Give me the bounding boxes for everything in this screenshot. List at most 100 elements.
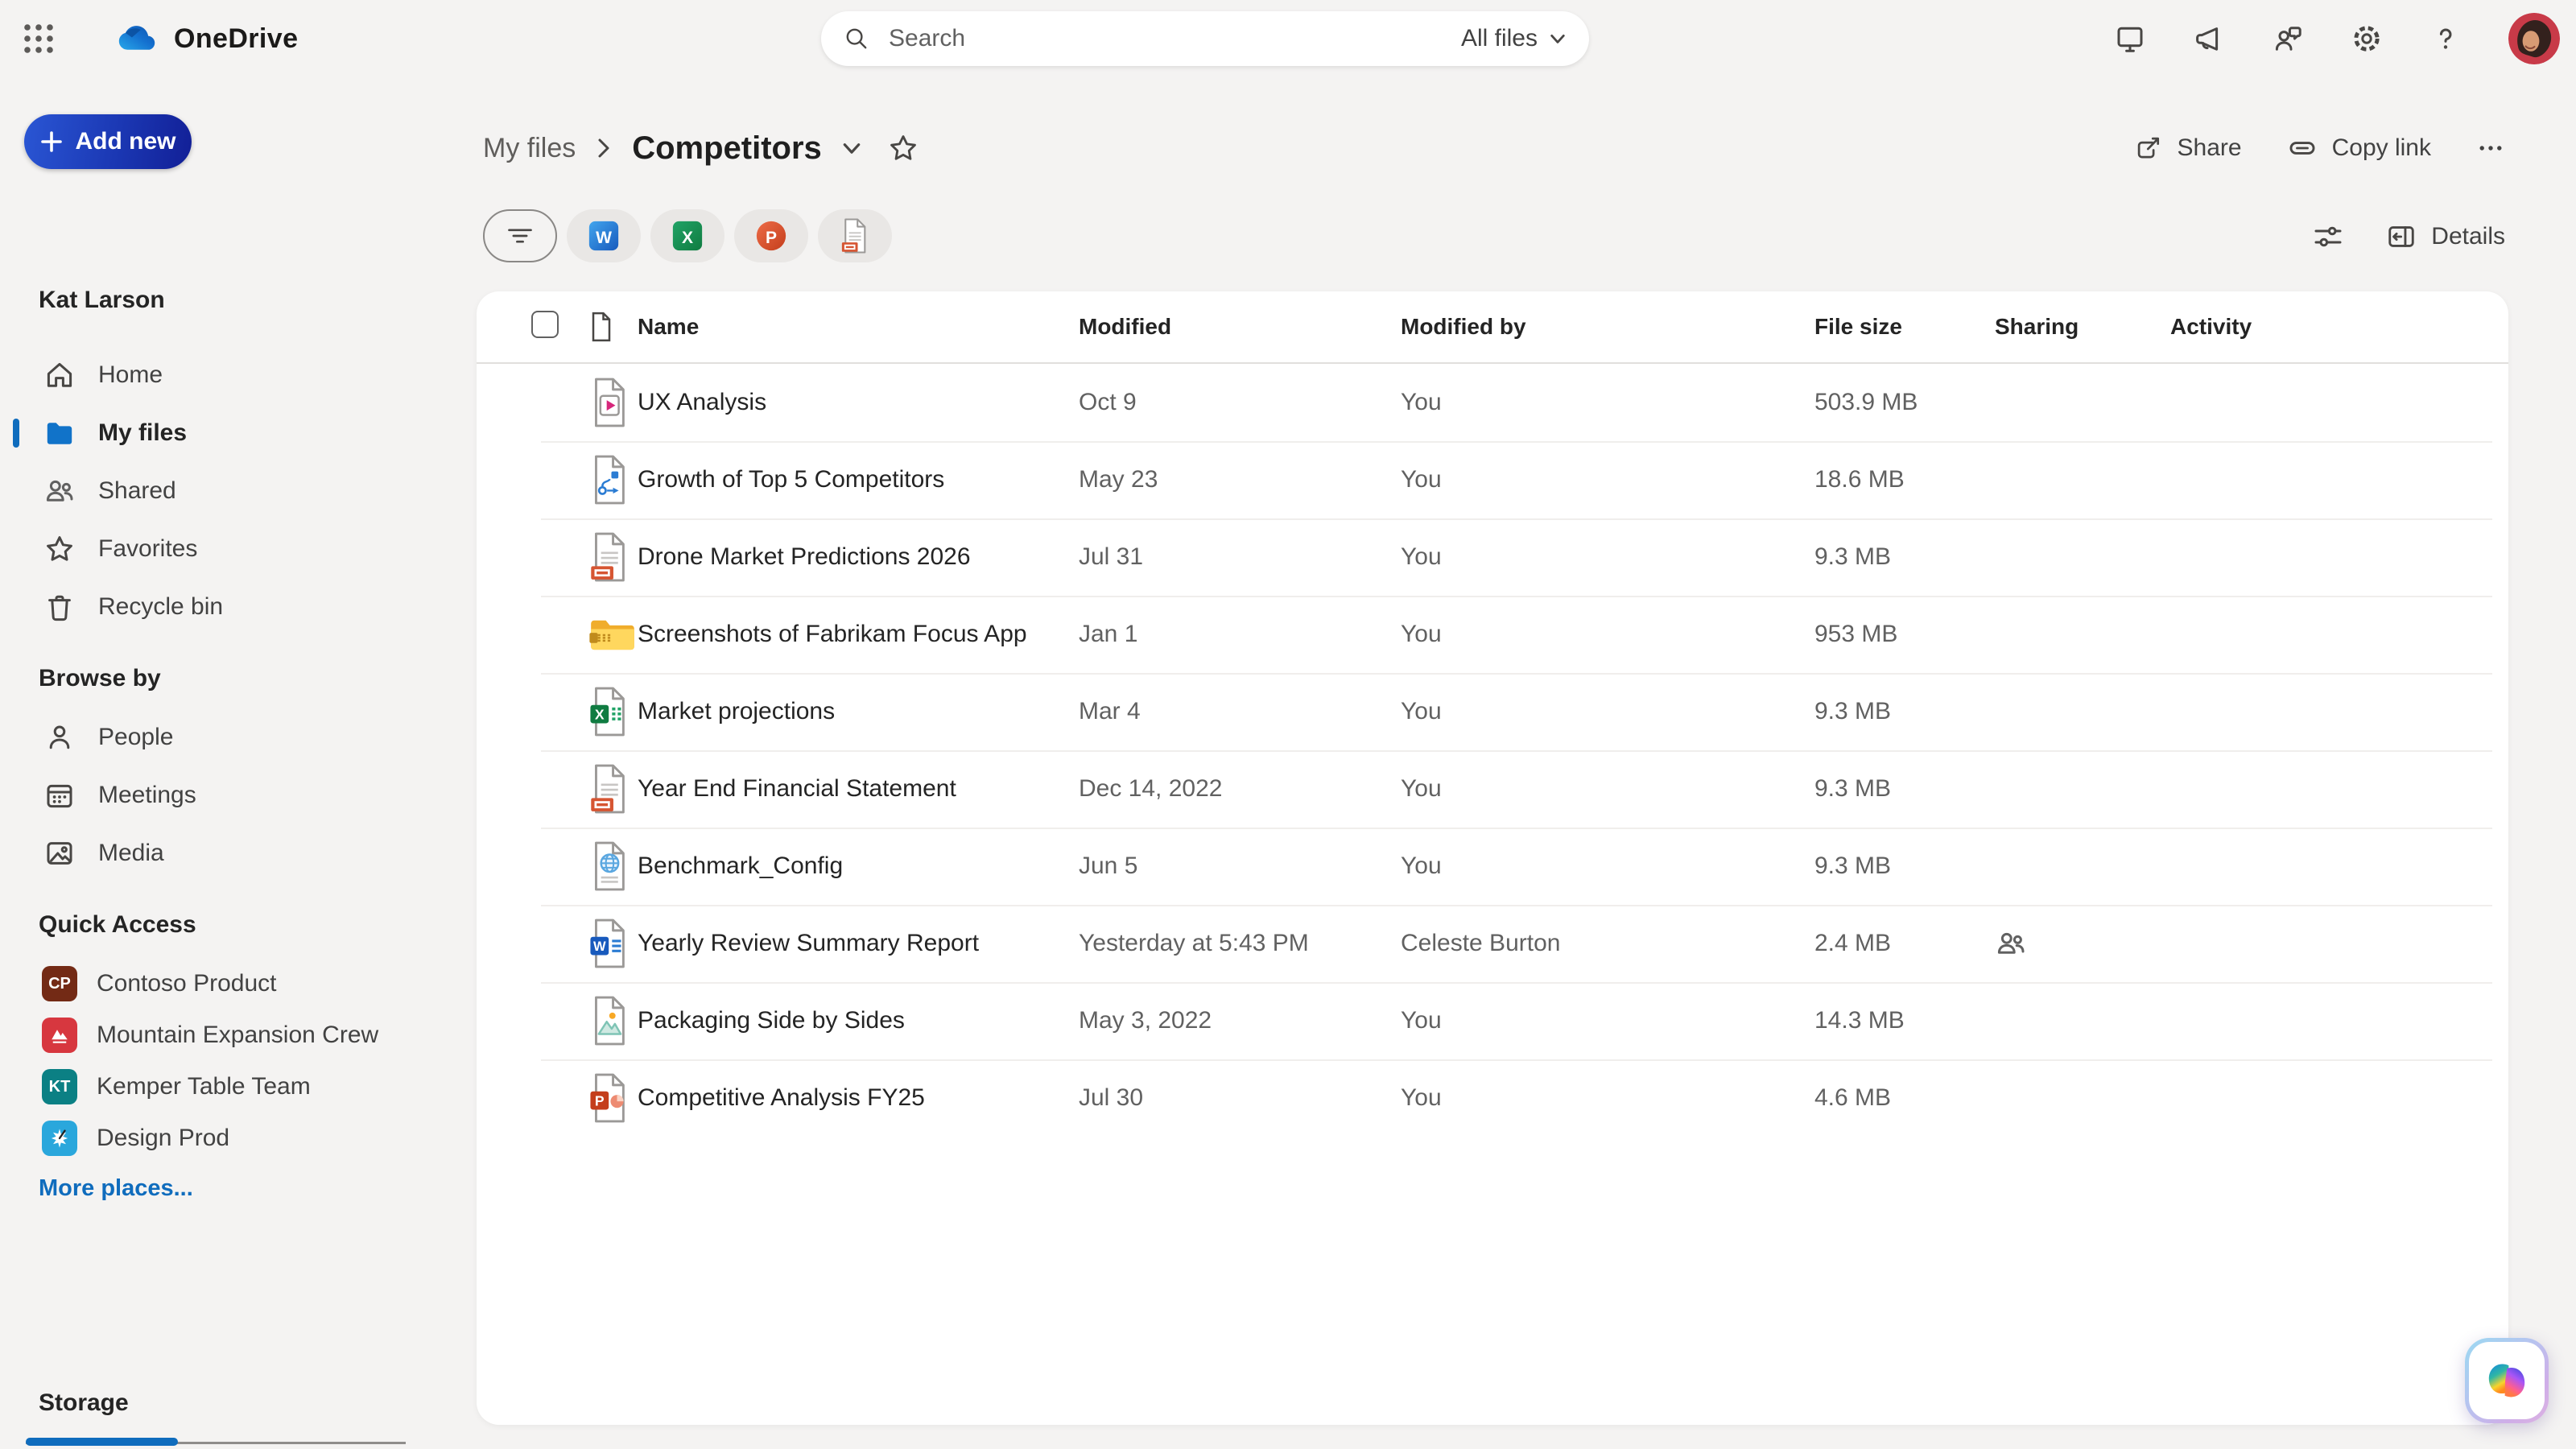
sidebar-item-home[interactable]: Home [0,346,467,404]
settings-icon[interactable] [2351,23,2383,55]
table-row[interactable]: Competitive Analysis FY25 Jul 30 You 4.6… [477,1059,2508,1137]
pdf-filter-button[interactable] [818,209,892,262]
community-icon[interactable] [2272,23,2304,55]
file-modified: Jun 5 [1079,852,1401,880]
zip-folder-icon [589,616,636,653]
file-name[interactable]: Benchmark_Config [638,852,1079,880]
file-name[interactable]: Screenshots of Fabrikam Focus App [638,621,1079,648]
browse-by-title: Browse by [0,665,467,692]
add-new-button[interactable]: Add new [24,114,192,169]
excel-filter-button[interactable]: X [650,209,724,262]
copilot-icon [2483,1356,2531,1405]
table-row[interactable]: Screenshots of Fabrikam Focus App Jan 1 … [477,596,2508,673]
search-scope-dropdown[interactable]: All files [1461,25,1567,52]
mountain-icon [42,1018,77,1053]
share-button[interactable]: Share [2134,134,2242,163]
favorite-star-icon[interactable] [888,133,919,163]
filter-button[interactable] [483,209,557,262]
sidebar-item-favorites[interactable]: Favorites [0,520,467,578]
video-file-icon [589,378,630,427]
quick-access-label: Contoso Product [97,970,276,997]
column-header-name[interactable]: Name [638,314,1079,340]
quick-access-kemper-table-team[interactable]: KT Kemper Table Team [0,1061,467,1113]
copy-link-button[interactable]: Copy link [2287,133,2431,163]
breadcrumb-parent[interactable]: My files [483,133,576,164]
file-modified: May 3, 2022 [1079,1007,1401,1034]
breadcrumb-current[interactable]: Competitors [632,130,822,167]
search-input[interactable] [886,23,1461,54]
column-header-modified[interactable]: Modified [1079,314,1401,340]
add-new-label: Add new [76,128,176,155]
table-row[interactable]: Drone Market Predictions 2026 Jul 31 You… [477,518,2508,596]
table-row[interactable]: Yearly Review Summary Report Yesterday a… [477,905,2508,982]
sidebar-item-meetings[interactable]: Meetings [0,766,467,824]
file-name[interactable]: Year End Financial Statement [638,775,1079,803]
sidebar-item-shared[interactable]: Shared [0,462,467,520]
details-pane-icon [2386,221,2417,252]
file-modified-by: You [1401,1007,1814,1034]
file-modified: Mar 4 [1079,698,1401,725]
table-row[interactable]: Market projections Mar 4 You 9.3 MB [477,673,2508,750]
table-row[interactable]: UX Analysis Oct 9 You 503.9 MB [477,364,2508,441]
quick-access-design-prod[interactable]: Design Prod [0,1113,467,1164]
file-name[interactable]: Growth of Top 5 Competitors [638,466,1079,493]
storage-meter-fill [26,1438,178,1446]
user-avatar[interactable] [2508,13,2560,64]
onedrive-brand[interactable]: OneDrive [113,0,298,77]
more-places-link[interactable]: More places... [39,1175,193,1202]
sidebar-item-media[interactable]: Media [0,824,467,882]
file-name[interactable]: UX Analysis [638,389,1079,416]
sliders-icon[interactable] [2312,221,2344,253]
table-header: Name Modified Modified by File size Shar… [477,291,2508,364]
table-row[interactable]: Year End Financial Statement Dec 14, 202… [477,750,2508,828]
file-modified-by: You [1401,698,1814,725]
site-tile: CP [42,966,77,1001]
more-options-icon[interactable] [2476,134,2505,163]
column-header-sharing[interactable]: Sharing [1995,314,2170,340]
powerpoint-filter-button[interactable]: P [734,209,808,262]
excel-filter-icon: X [671,219,704,253]
quick-access-mountain-expansion-crew[interactable]: Mountain Expansion Crew [0,1009,467,1061]
details-button[interactable]: Details [2386,221,2505,252]
quick-access-contoso-product[interactable]: CP Contoso Product [0,958,467,1009]
shared-people-icon[interactable] [1995,927,2027,960]
svg-text:X: X [682,229,693,247]
word-filter-button[interactable]: W [567,209,641,262]
file-name[interactable]: Yearly Review Summary Report [638,930,1079,957]
app-launcher-icon[interactable] [23,23,55,55]
file-name[interactable]: Market projections [638,698,1079,725]
file-name[interactable]: Drone Market Predictions 2026 [638,543,1079,571]
details-label: Details [2431,223,2505,250]
quick-access-title: Quick Access [0,911,467,939]
home-icon [43,359,76,391]
file-size: 9.3 MB [1814,775,1995,803]
sidebar-item-label: Favorites [98,535,197,563]
file-name[interactable]: Competitive Analysis FY25 [638,1084,1079,1112]
storage-title: Storage [26,1389,406,1417]
column-header-file-size[interactable]: File size [1814,314,1995,340]
screen-share-icon[interactable] [2114,23,2146,55]
file-type-column-icon[interactable] [589,312,613,342]
column-header-modified-by[interactable]: Modified by [1401,314,1814,340]
quick-access-section: Quick Access CP Contoso Product Mountain… [0,911,467,1164]
table-row[interactable]: Packaging Side by Sides May 3, 2022 You … [477,982,2508,1059]
chevron-down-icon[interactable] [841,138,862,159]
file-name[interactable]: Packaging Side by Sides [638,1007,1079,1034]
sidebar-item-label: People [98,724,173,751]
table-row[interactable]: Benchmark_Config Jun 5 You 9.3 MB [477,828,2508,905]
view-controls: Details [2312,209,2505,264]
search-bar[interactable]: All files [821,11,1589,66]
file-size: 9.3 MB [1814,852,1995,880]
calendar-icon [43,779,76,811]
select-all-checkbox[interactable] [531,311,559,338]
sidebar-item-people[interactable]: People [0,708,467,766]
copilot-button[interactable] [2465,1338,2549,1423]
top-bar: OneDrive All files [0,0,2576,77]
megaphone-icon[interactable] [2193,23,2225,55]
onedrive-logo-icon [113,24,159,53]
help-icon[interactable] [2429,23,2462,55]
sidebar-item-my-files[interactable]: My files [0,404,467,462]
sidebar-item-recycle-bin[interactable]: Recycle bin [0,578,467,636]
table-row[interactable]: Growth of Top 5 Competitors May 23 You 1… [477,441,2508,518]
column-header-activity[interactable]: Activity [2170,314,2508,340]
